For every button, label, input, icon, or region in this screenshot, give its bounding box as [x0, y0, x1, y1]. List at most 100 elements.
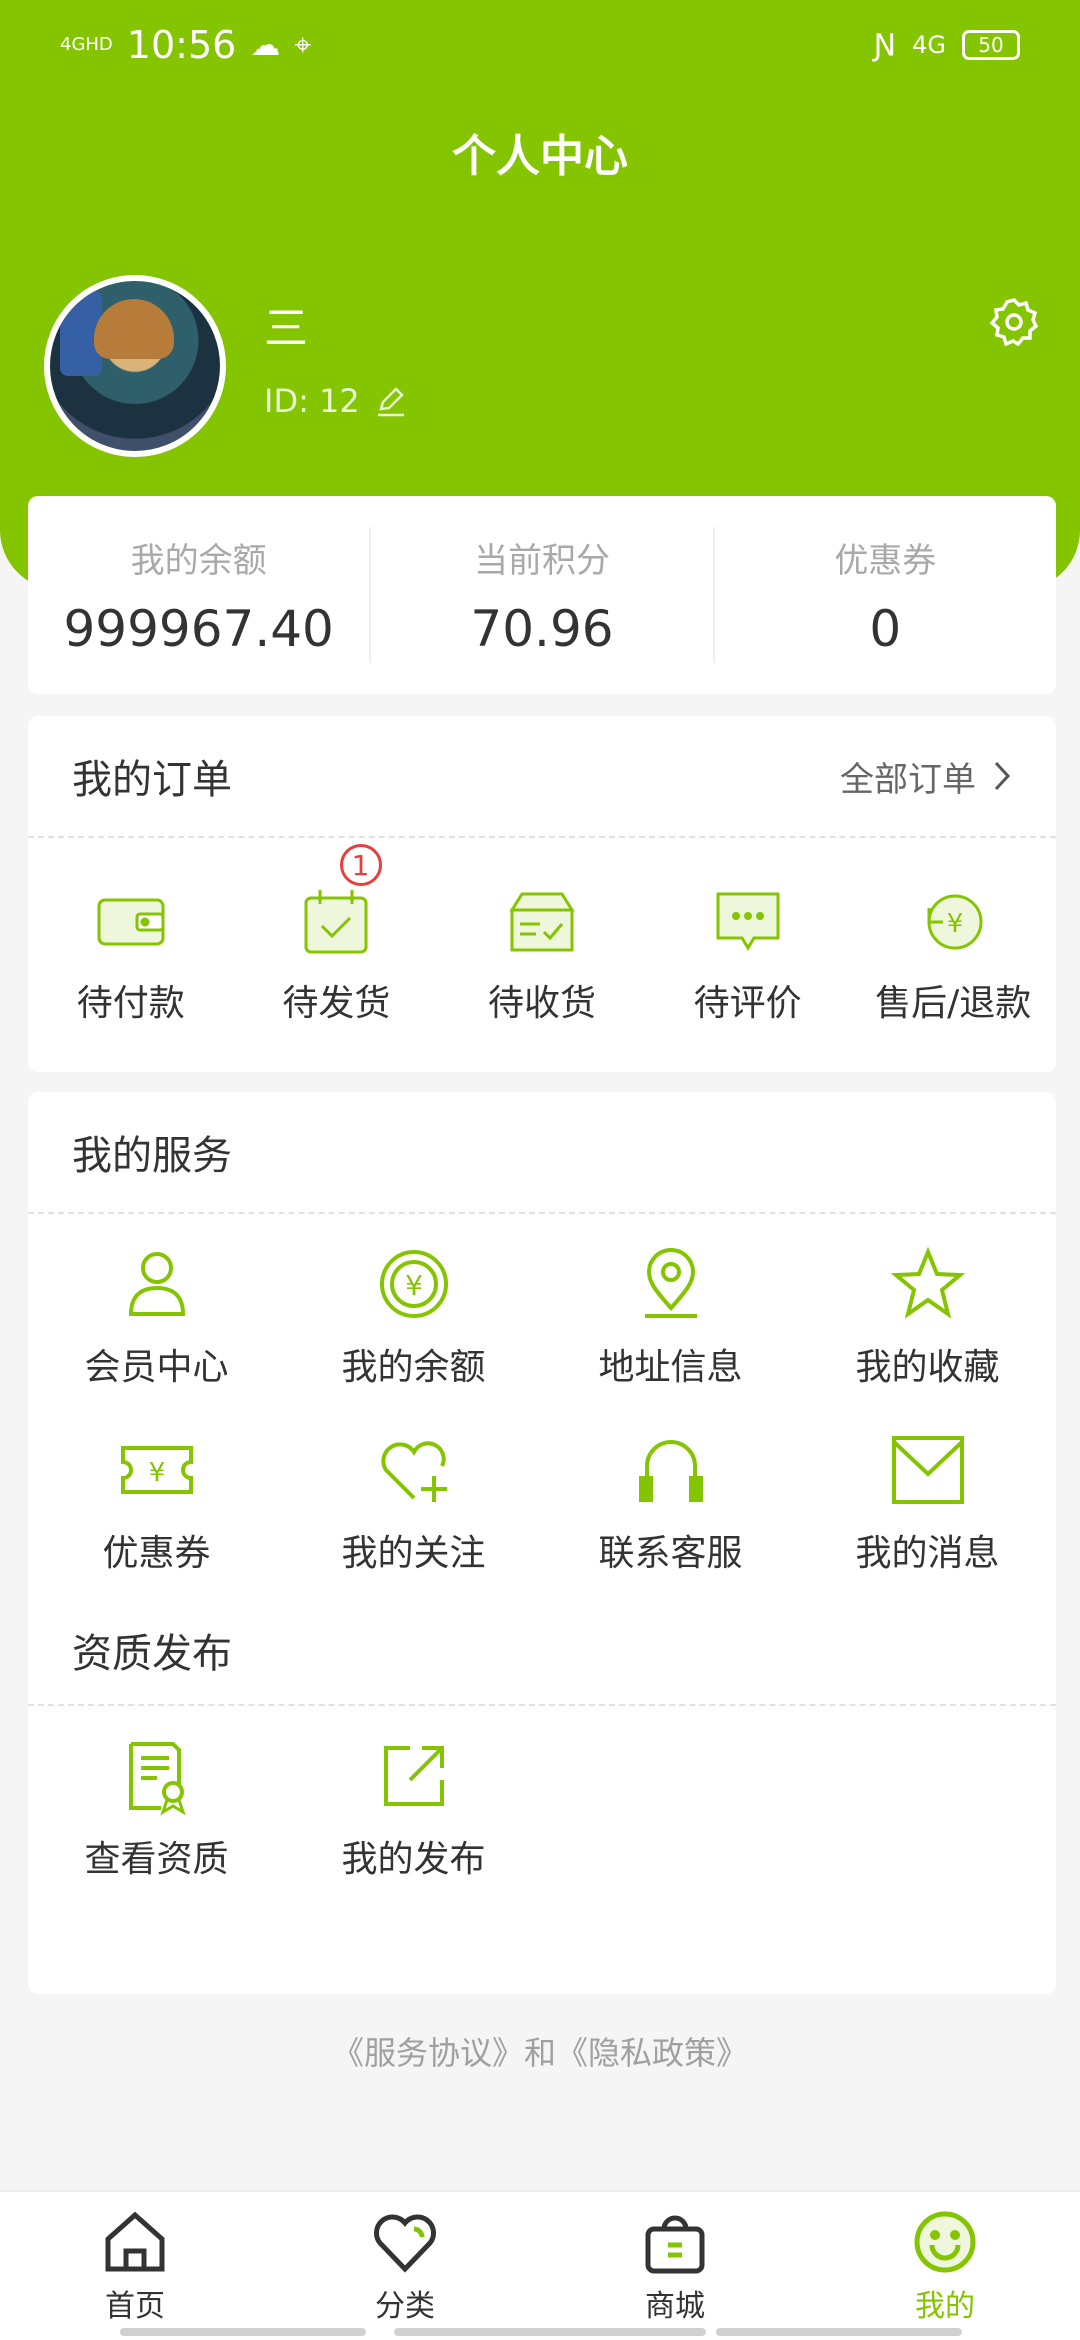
coupon-icon: ¥ — [120, 1446, 193, 1494]
network-indicator: 4G — [912, 31, 946, 59]
order-label: 待付款 — [76, 983, 185, 1024]
chevron-right-icon — [994, 761, 1011, 791]
service-label: 优惠券 — [102, 1533, 211, 1574]
section-title: 我的服务 — [72, 1133, 232, 1179]
tab-label: 首页 — [105, 2289, 165, 2324]
service-label: 地址信息 — [598, 1347, 743, 1388]
edit-icon[interactable] — [374, 384, 408, 418]
stat-value: 70.96 — [470, 599, 614, 658]
tab-home[interactable]: 首页 — [0, 2192, 270, 2340]
order-pending-payment[interactable]: 待付款 — [28, 884, 234, 1026]
svg-text:¥: ¥ — [405, 1269, 423, 1302]
box-icon — [509, 892, 575, 952]
services-card: 我的服务 会员中心 ¥ 我的余额 地址信息 我的收藏 ¥ 优惠券 我的关注 联系… — [28, 1092, 1056, 1994]
page-title: 个人中心 — [452, 131, 628, 182]
yuan-coin-icon: ¥ — [379, 1250, 448, 1318]
service-label: 我的收藏 — [855, 1347, 1000, 1388]
service-follow[interactable]: 我的关注 — [285, 1410, 542, 1596]
wallet-icon — [97, 898, 165, 946]
tab-label: 我的 — [915, 2289, 975, 2324]
service-coupons[interactable]: ¥ 优惠券 — [28, 1410, 285, 1596]
location-pin-icon: ⌖ — [294, 27, 312, 63]
service-member-center[interactable]: 会员中心 — [28, 1224, 285, 1410]
user-id-value: 12 — [319, 382, 360, 420]
service-label: 会员中心 — [84, 1347, 229, 1388]
status-time: 10:56 — [126, 23, 237, 67]
nav-indicator — [120, 2328, 366, 2336]
order-badge: 1 — [339, 844, 382, 886]
service-customer-support[interactable]: 联系客服 — [542, 1410, 799, 1596]
qualification-my-posts[interactable]: 我的发布 — [285, 1716, 542, 1902]
tab-bar: 首页 分类 商城 我的 — [0, 2190, 1080, 2340]
order-pending-review[interactable]: 待评价 — [645, 884, 851, 1026]
user-id-label: ID: — [264, 382, 309, 420]
qualification-view[interactable]: 查看资质 — [28, 1716, 285, 1902]
agreement-links[interactable]: 《服务协议》和《隐私政策》 — [0, 2028, 1080, 2074]
signal-indicator: 4GHD — [60, 34, 113, 55]
section-title: 资质发布 — [72, 1631, 232, 1677]
service-label: 查看资质 — [84, 1839, 229, 1880]
service-label: 联系客服 — [598, 1533, 743, 1574]
service-balance[interactable]: ¥ 我的余额 — [285, 1224, 542, 1410]
order-label: 待评价 — [693, 983, 802, 1024]
services-header: 我的服务 — [28, 1092, 1056, 1214]
all-orders-label: 全部订单 — [840, 759, 976, 800]
smile-icon — [914, 2211, 976, 2273]
wechat-icon: ☁ — [250, 27, 281, 63]
order-label: 待发货 — [282, 983, 391, 1024]
stat-label: 优惠券 — [834, 540, 937, 581]
headset-icon — [638, 1440, 703, 1502]
settings-gear-icon[interactable] — [988, 296, 1040, 348]
tab-category[interactable]: 分类 — [270, 2192, 540, 2340]
nav-indicator — [394, 2328, 706, 2336]
order-refund[interactable]: ¥ 售后/退款 — [850, 884, 1056, 1026]
stat-label: 当前积分 — [473, 540, 610, 581]
stat-label: 我的余额 — [130, 540, 267, 581]
stat-value: 0 — [869, 599, 902, 658]
location-icon — [644, 1248, 697, 1318]
username: 三 — [264, 303, 308, 354]
stat-value: 999967.40 — [63, 599, 334, 658]
order-label: 售后/退款 — [875, 983, 1032, 1024]
service-label: 我的余额 — [341, 1347, 486, 1388]
nfc-icon: Ɲ — [873, 27, 897, 63]
stat-coupons[interactable]: 优惠券 0 — [715, 533, 1056, 658]
calendar-check-icon — [304, 890, 368, 954]
home-icon — [105, 2211, 165, 2272]
order-label: 待收货 — [487, 983, 596, 1024]
tab-mall[interactable]: 商城 — [540, 2192, 810, 2340]
section-title: 我的订单 — [72, 757, 232, 803]
service-messages[interactable]: 我的消息 — [799, 1410, 1056, 1596]
service-label: 我的发布 — [341, 1839, 486, 1880]
battery-icon: 50 — [962, 30, 1020, 60]
stat-points[interactable]: 当前积分 70.96 — [371, 533, 712, 658]
star-icon — [890, 1246, 965, 1319]
order-pending-receipt[interactable]: 待收货 — [439, 884, 645, 1026]
order-pending-shipment[interactable]: 1 待发货 — [234, 844, 440, 1026]
stat-balance[interactable]: 我的余额 999967.40 — [28, 533, 369, 658]
orders-header: 我的订单 全部订单 — [28, 716, 1056, 838]
service-address[interactable]: 地址信息 — [542, 1224, 799, 1410]
certificate-icon — [128, 1742, 186, 1816]
bag-icon — [645, 2215, 705, 2274]
avatar[interactable] — [44, 275, 226, 457]
qualification-header: 资质发布 — [28, 1596, 1056, 1706]
stats-card: 我的余额 999967.40 当前积分 70.96 优惠券 0 — [28, 496, 1056, 694]
chat-icon — [716, 892, 780, 951]
avatar-figure — [94, 299, 174, 359]
tab-label: 商城 — [645, 2289, 705, 2324]
all-orders-link[interactable]: 全部订单 — [840, 752, 1012, 801]
heart-plus-icon — [380, 1441, 447, 1502]
status-bar: 4GHD 10:56 ☁ ⌖ Ɲ 4G 50 — [60, 20, 1020, 70]
service-label: 我的消息 — [855, 1533, 1000, 1574]
service-label: 我的关注 — [341, 1533, 486, 1574]
refund-icon: ¥ — [927, 894, 983, 950]
mail-icon — [891, 1436, 964, 1504]
tab-mine[interactable]: 我的 — [810, 2192, 1080, 2340]
tab-label: 分类 — [375, 2289, 435, 2324]
share-icon — [383, 1746, 444, 1806]
heart-icon — [374, 2214, 436, 2273]
svg-text:¥: ¥ — [148, 1458, 165, 1488]
service-favorites[interactable]: 我的收藏 — [799, 1224, 1056, 1410]
user-icon — [128, 1252, 185, 1316]
